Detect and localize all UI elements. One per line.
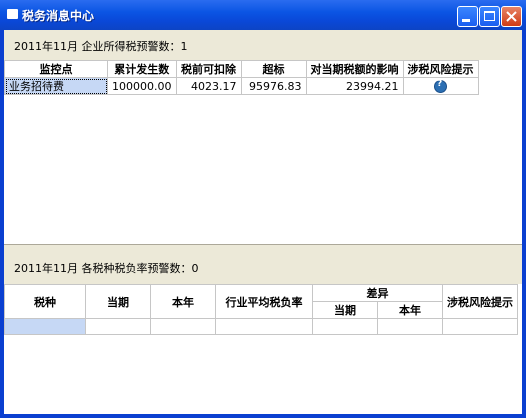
minimize-button[interactable]	[457, 6, 478, 27]
warning-table: 监控点 累计发生数 税前可扣除 超标 对当期税额的影响 涉税风险提示 业务招待费…	[4, 60, 479, 95]
section2-grid-panel[interactable]: 税种 当期 本年 行业平均税负率 差异 涉税风险提示 当期 本年	[4, 284, 522, 414]
app-window: 税务消息中心 2011年11月 企业所得税预警数：1 监控点 累计发生数 税前可…	[0, 0, 526, 418]
col-year[interactable]: 本年	[150, 284, 216, 319]
window-title: 税务消息中心	[22, 9, 95, 23]
col-industry-avg[interactable]: 行业平均税负率	[215, 284, 313, 319]
cell-impact[interactable]: 23994.21	[305, 77, 404, 95]
cell-deductible[interactable]: 4023.17	[175, 77, 242, 95]
col-risk-tip[interactable]: 涉税风险提示	[442, 284, 518, 319]
col-risk-tip[interactable]: 涉税风险提示	[402, 60, 479, 78]
help-icon[interactable]	[434, 79, 447, 93]
cell-industry-avg[interactable]	[215, 318, 313, 335]
client-area: 2011年11月 企业所得税预警数：1 监控点 累计发生数 税前可扣除 超标 对…	[4, 30, 522, 414]
col-impact[interactable]: 对当期税额的影响	[305, 60, 404, 78]
section1-grid-panel[interactable]: 监控点 累计发生数 税前可扣除 超标 对当期税额的影响 涉税风险提示 业务招待费…	[4, 60, 522, 244]
col-diff-year[interactable]: 本年	[377, 301, 443, 319]
col-current[interactable]: 当期	[85, 284, 151, 319]
title-bar[interactable]: 税务消息中心	[0, 0, 526, 30]
cell-risk-tip[interactable]	[402, 77, 479, 95]
col-monitor-point[interactable]: 监控点	[4, 60, 108, 78]
tax-burden-table: 税种 当期 本年 行业平均税负率 差异 涉税风险提示 当期 本年	[4, 284, 518, 335]
col-diff[interactable]: 差异	[312, 284, 443, 302]
table-header-row: 监控点 累计发生数 税前可扣除 超标 对当期税额的影响 涉税风险提示	[4, 60, 479, 78]
section2-caption: 2011年11月 各税种税负率预警数：0	[14, 262, 199, 275]
cell-name[interactable]: 业务招待费	[4, 77, 108, 95]
col-diff-current[interactable]: 当期	[312, 301, 378, 319]
table-row[interactable]	[4, 318, 518, 335]
cell-cumulative[interactable]: 100000.00	[107, 77, 177, 95]
col-cumulative[interactable]: 累计发生数	[107, 60, 177, 78]
col-tax-type[interactable]: 税种	[4, 284, 86, 319]
maximize-button[interactable]	[479, 6, 500, 27]
col-excess[interactable]: 超标	[240, 60, 307, 78]
cell-diff-year[interactable]	[377, 318, 443, 335]
cell-current[interactable]	[85, 318, 151, 335]
cell-diff-current[interactable]	[312, 318, 378, 335]
section1-caption: 2011年11月 企业所得税预警数：1	[14, 40, 188, 53]
cell-excess[interactable]: 95976.83	[240, 77, 307, 95]
close-icon	[506, 11, 517, 22]
window-icon	[7, 9, 18, 19]
cell-risk-tip[interactable]	[442, 318, 518, 335]
table-header-row: 税种 当期 本年 行业平均税负率 差异 涉税风险提示	[4, 284, 518, 319]
cell-year[interactable]	[150, 318, 216, 335]
col-deductible[interactable]: 税前可扣除	[175, 60, 242, 78]
section1-header: 2011年11月 企业所得税预警数：1	[4, 30, 522, 60]
close-button[interactable]	[501, 6, 522, 27]
cell-tax-type[interactable]	[4, 318, 86, 335]
section2-header: 2011年11月 各税种税负率预警数：0	[4, 248, 522, 284]
table-row[interactable]: 业务招待费 100000.00 4023.17 95976.83 23994.2…	[4, 77, 479, 95]
